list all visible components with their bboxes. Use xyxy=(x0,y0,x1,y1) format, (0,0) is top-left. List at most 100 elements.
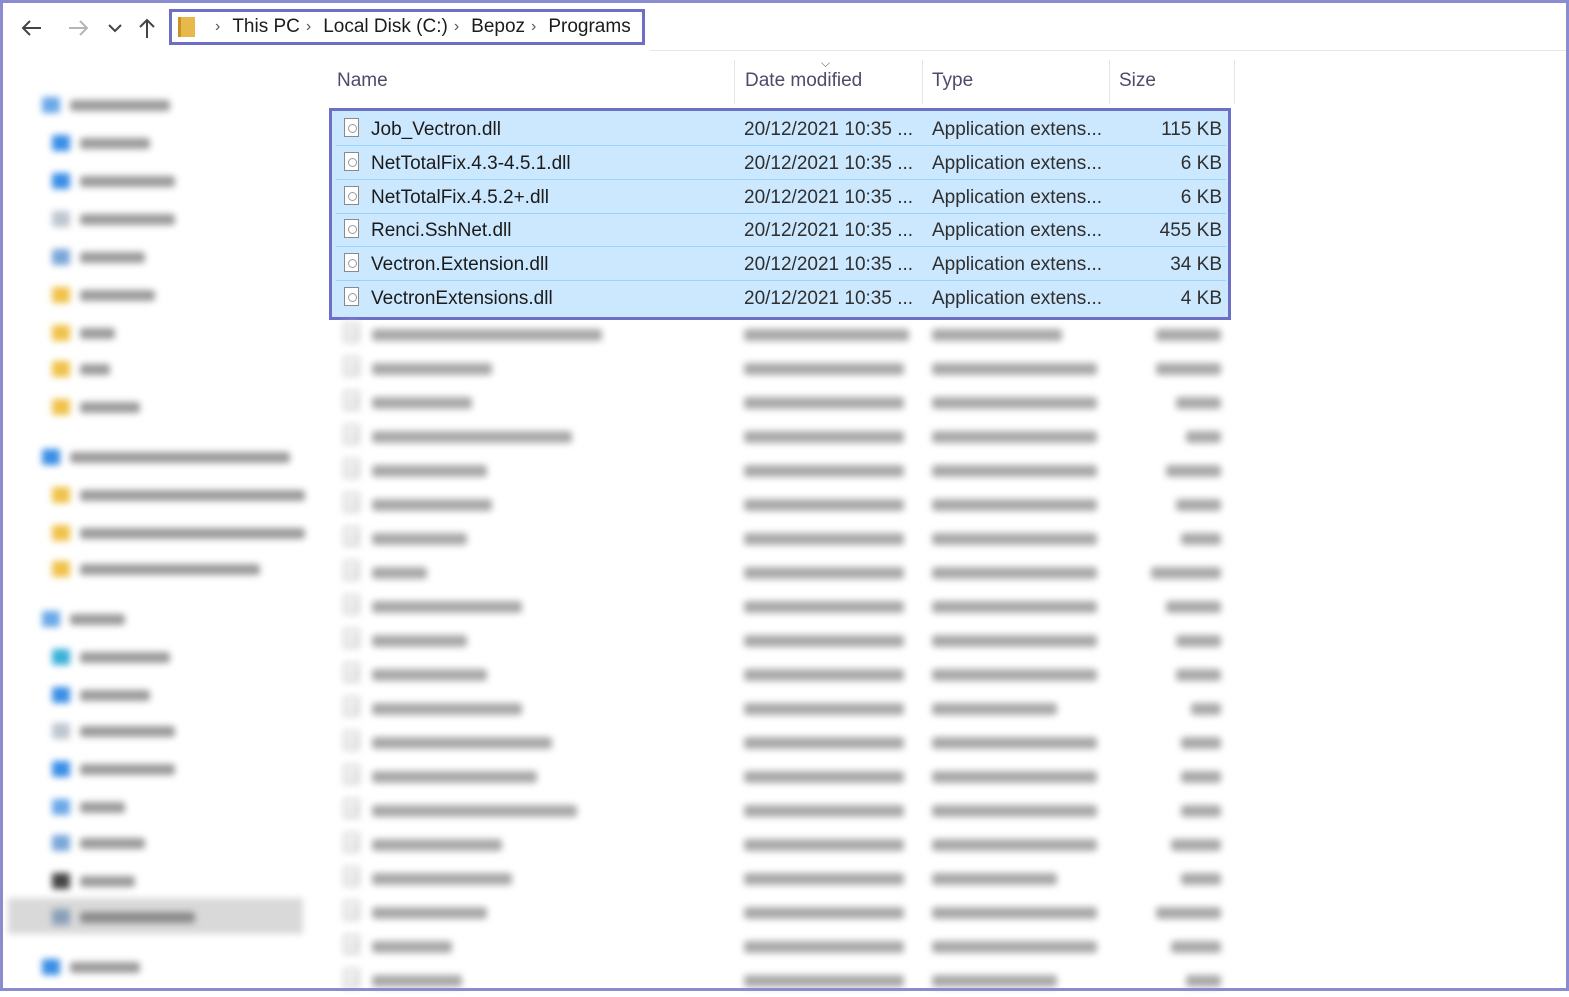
sidebar-item-blurred[interactable] xyxy=(52,684,150,706)
file-icon xyxy=(344,629,359,648)
sidebar-item-blurred[interactable] xyxy=(52,322,115,344)
chevron-right-icon[interactable]: › xyxy=(531,18,536,36)
column-header: Name ⌵ Date modified Type Size xyxy=(330,56,1236,104)
breadcrumb-item-bepoz[interactable]: Bepoz xyxy=(471,16,525,38)
column-size[interactable]: Size xyxy=(1119,70,1156,92)
file-date: 20/12/2021 10:35 ... xyxy=(744,153,914,174)
table-row[interactable]: VectronExtensions.dll 20/12/2021 10:35 .… xyxy=(336,282,1226,315)
file-icon xyxy=(344,731,359,750)
breadcrumb-item-local-disk[interactable]: Local Disk (C:) xyxy=(323,16,448,38)
table-row[interactable] xyxy=(336,964,1231,997)
file-icon xyxy=(344,323,359,342)
sidebar-item-blurred[interactable] xyxy=(52,832,145,854)
table-row[interactable] xyxy=(336,454,1231,487)
sidebar-item-blurred[interactable] xyxy=(52,396,140,418)
file-name: NetTotalFix.4.3-4.5.1.dll xyxy=(371,153,571,174)
up-arrow-icon[interactable] xyxy=(136,14,158,42)
chevron-right-icon[interactable]: › xyxy=(306,18,311,36)
table-row[interactable]: NetTotalFix.4.5.2+.dll 20/12/2021 10:35 … xyxy=(336,181,1226,214)
breadcrumb[interactable]: › This PC › Local Disk (C:) › Bepoz › Pr… xyxy=(169,9,645,45)
table-row[interactable] xyxy=(336,386,1231,419)
table-row[interactable]: Renci.SshNet.dll 20/12/2021 10:35 ... Ap… xyxy=(336,214,1226,247)
sidebar-item-blurred[interactable] xyxy=(52,358,110,380)
column-divider[interactable] xyxy=(1234,60,1235,104)
table-row[interactable]: Job_Vectron.dll 20/12/2021 10:35 ... App… xyxy=(336,113,1226,146)
file-name: Vectron.Extension.dll xyxy=(371,254,549,275)
back-arrow-icon[interactable] xyxy=(18,14,44,42)
sidebar-item-blurred[interactable] xyxy=(42,608,125,630)
table-row[interactable] xyxy=(336,760,1231,793)
chevron-right-icon[interactable]: › xyxy=(454,18,459,36)
file-type: Application extens... xyxy=(932,119,1103,140)
table-row[interactable] xyxy=(336,828,1231,861)
chevron-right-icon[interactable]: › xyxy=(215,18,220,36)
file-date: 20/12/2021 10:35 ... xyxy=(744,220,914,241)
column-date-modified[interactable]: Date modified xyxy=(745,70,862,92)
sidebar-item-blurred[interactable] xyxy=(52,758,175,780)
table-row[interactable] xyxy=(336,522,1231,555)
sidebar-item-blurred[interactable] xyxy=(52,170,175,192)
table-row[interactable] xyxy=(336,318,1231,351)
forward-arrow-icon[interactable] xyxy=(66,14,92,42)
column-divider[interactable] xyxy=(922,60,923,104)
file-icon xyxy=(344,697,359,716)
file-icon xyxy=(344,425,359,444)
sidebar-item-blurred[interactable] xyxy=(52,906,195,928)
column-name[interactable]: Name xyxy=(337,70,388,92)
table-row[interactable] xyxy=(336,726,1231,759)
sidebar-item-blurred[interactable] xyxy=(52,870,135,892)
blurred-file-list xyxy=(336,318,1231,991)
file-type: Application extens... xyxy=(932,254,1103,275)
table-row[interactable] xyxy=(336,590,1231,623)
navigation-pane xyxy=(8,60,308,985)
sidebar-item-blurred[interactable] xyxy=(52,284,155,306)
file-icon xyxy=(344,595,359,614)
table-row[interactable] xyxy=(336,488,1231,521)
file-size: 115 KB xyxy=(1161,119,1222,140)
sidebar-item-blurred[interactable] xyxy=(52,720,175,742)
file-date: 20/12/2021 10:35 ... xyxy=(744,254,914,275)
breadcrumb-item-this-pc[interactable]: This PC xyxy=(232,16,300,38)
file-icon xyxy=(344,901,359,920)
table-row[interactable] xyxy=(336,658,1231,691)
table-row[interactable] xyxy=(336,352,1231,385)
sidebar-item-blurred[interactable] xyxy=(52,246,145,268)
file-date: 20/12/2021 10:35 ... xyxy=(744,187,914,208)
dll-file-icon xyxy=(344,186,359,205)
table-row[interactable] xyxy=(336,556,1231,589)
table-row[interactable] xyxy=(336,896,1231,929)
file-size: 6 KB xyxy=(1180,153,1222,174)
table-row[interactable] xyxy=(336,794,1231,827)
sidebar-item-blurred[interactable] xyxy=(52,208,175,230)
dll-file-icon xyxy=(344,287,359,306)
sidebar-item-blurred[interactable] xyxy=(42,94,170,116)
sidebar-item-blurred[interactable] xyxy=(52,646,170,668)
address-divider xyxy=(650,50,1569,51)
chevron-down-icon[interactable] xyxy=(106,14,124,42)
file-date: 20/12/2021 10:35 ... xyxy=(744,119,914,140)
table-row[interactable] xyxy=(336,692,1231,725)
file-icon xyxy=(344,765,359,784)
file-icon xyxy=(344,663,359,682)
file-icon xyxy=(344,969,359,988)
column-divider[interactable] xyxy=(1109,60,1110,104)
address-row: › This PC › Local Disk (C:) › Bepoz › Pr… xyxy=(0,0,1569,56)
table-row[interactable] xyxy=(336,930,1231,963)
sidebar-item-blurred[interactable] xyxy=(42,956,140,978)
table-row[interactable]: NetTotalFix.4.3-4.5.1.dll 20/12/2021 10:… xyxy=(336,147,1226,180)
table-row[interactable] xyxy=(336,862,1231,895)
sidebar-item-blurred[interactable] xyxy=(42,446,290,468)
table-row[interactable]: Vectron.Extension.dll 20/12/2021 10:35 .… xyxy=(336,248,1226,281)
sidebar-item-blurred[interactable] xyxy=(52,558,260,580)
table-row[interactable] xyxy=(336,420,1231,453)
sidebar-item-blurred[interactable] xyxy=(52,132,150,154)
breadcrumb-item-programs[interactable]: Programs xyxy=(548,16,630,38)
file-name: VectronExtensions.dll xyxy=(371,288,553,309)
sidebar-item-blurred[interactable] xyxy=(52,484,305,506)
column-type[interactable]: Type xyxy=(932,70,973,92)
table-row[interactable] xyxy=(336,624,1231,657)
file-name: Job_Vectron.dll xyxy=(371,119,501,140)
sidebar-item-blurred[interactable] xyxy=(52,522,305,544)
column-divider[interactable] xyxy=(734,60,735,104)
sidebar-item-blurred[interactable] xyxy=(52,796,125,818)
